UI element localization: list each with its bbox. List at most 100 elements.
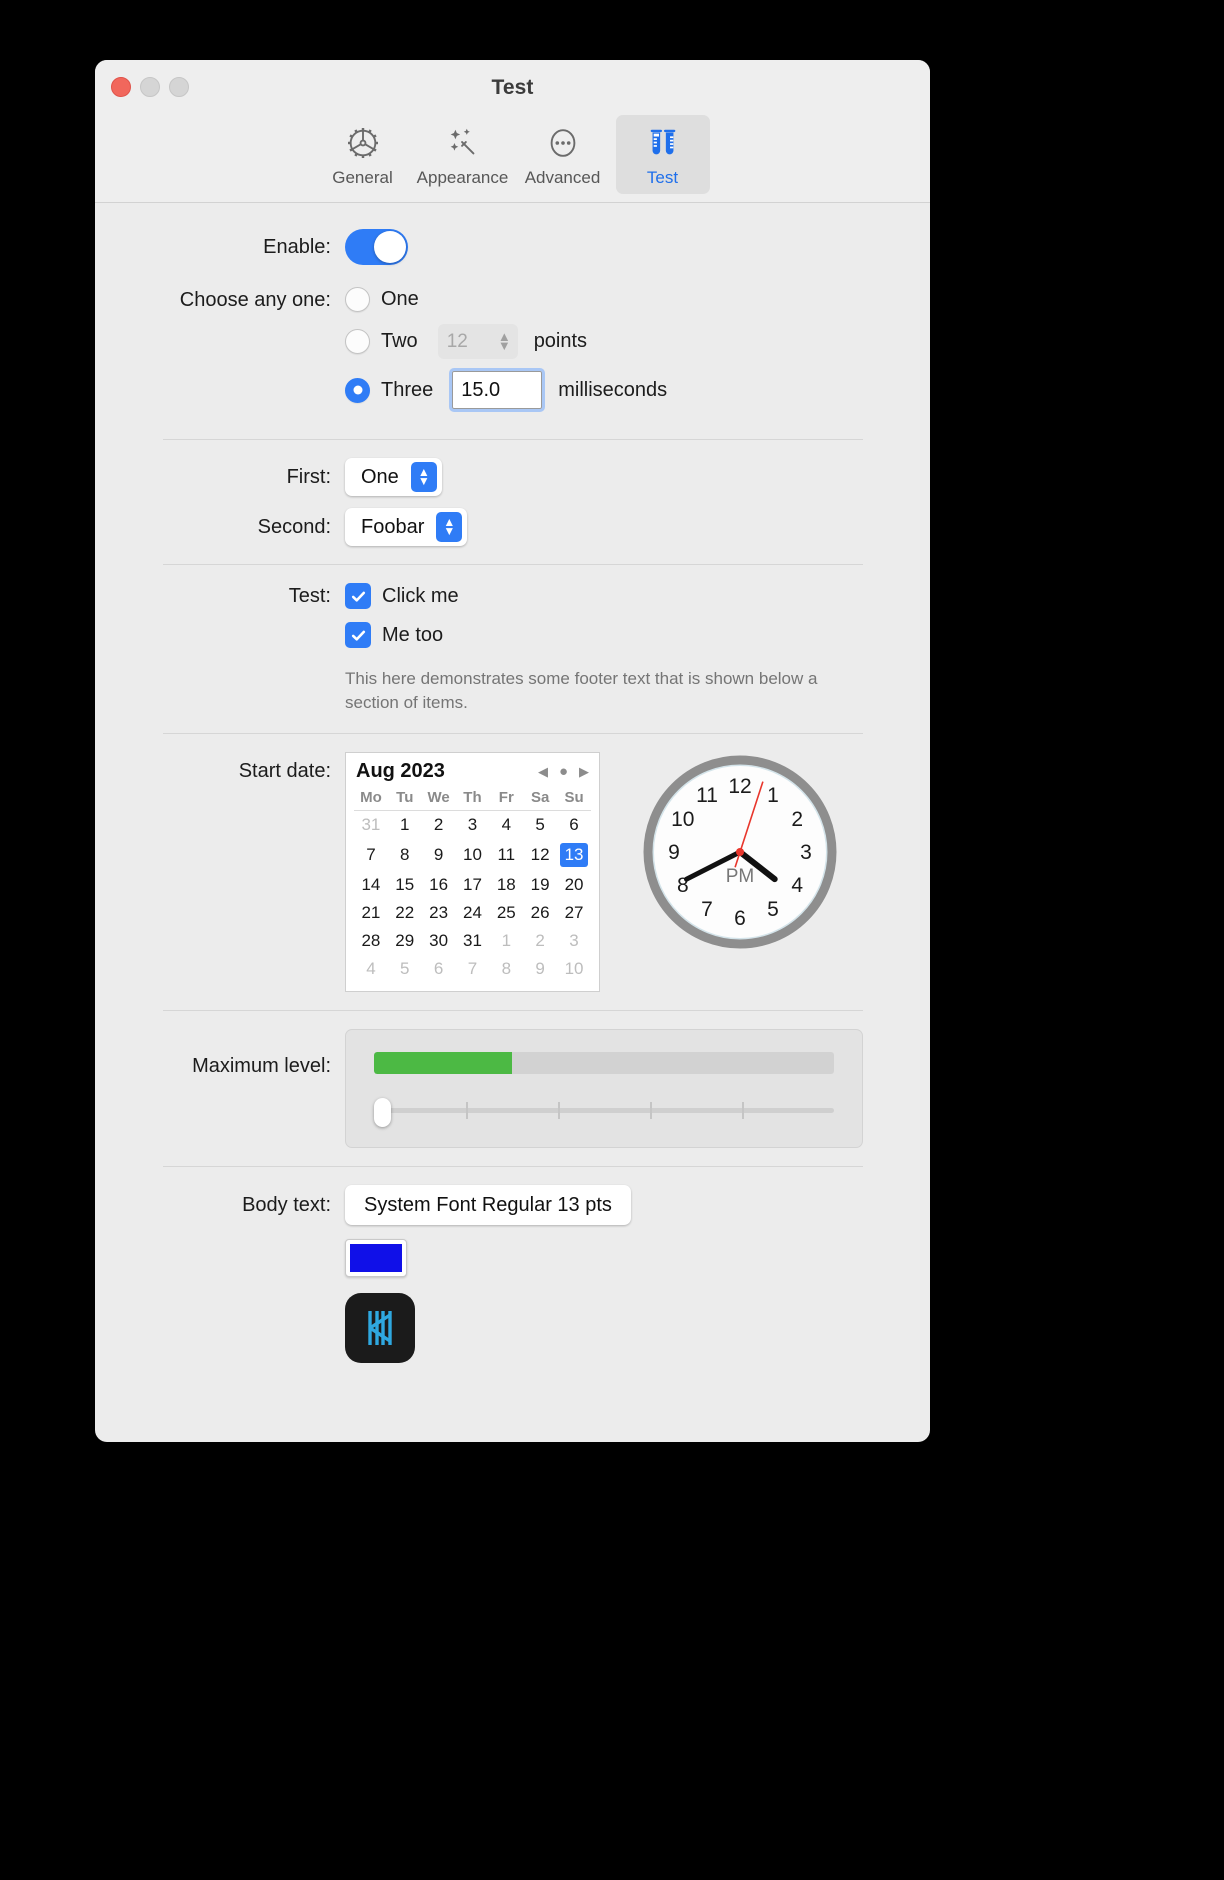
calendar-day-cell[interactable]: 14 (354, 871, 388, 899)
enable-row: Enable: (95, 229, 930, 265)
radio-three-label: Three (381, 378, 434, 401)
calendar-day-cell[interactable]: 3 (557, 927, 591, 955)
second-popup-button[interactable]: Foobar ▲ ▼ (345, 508, 468, 546)
enable-toggle[interactable] (345, 229, 408, 265)
calendar-day-cell[interactable]: 19 (523, 871, 557, 899)
calendar-day-cell[interactable]: 27 (557, 899, 591, 927)
slider-tick (742, 1102, 744, 1120)
calendar-day-cell[interactable]: 6 (422, 955, 456, 983)
maximize-button-icon[interactable] (169, 77, 189, 97)
checkmark-icon[interactable] (345, 622, 371, 648)
calendar-grid: Mo Tu We Th Fr Sa Su 31 1 2 3 4 5 6 7 8 9 10 11 12 13… (354, 787, 591, 983)
calendar-day-cell[interactable]: 4 (489, 811, 523, 840)
calendar-day-cell[interactable]: 5 (523, 811, 557, 840)
calendar-day-cell[interactable]: 18 (489, 871, 523, 899)
calendar-day-cell[interactable]: 13 (557, 839, 591, 871)
tab-appearance-label: Appearance (416, 168, 509, 187)
calendar-day-cell[interactable]: 17 (456, 871, 490, 899)
calendar-day-cell[interactable]: 16 (422, 871, 456, 899)
calendar-day-cell[interactable]: 8 (489, 955, 523, 983)
slider-thumb[interactable] (374, 1098, 391, 1128)
milliseconds-unit-label: milliseconds (558, 378, 668, 401)
gear-icon (344, 123, 382, 163)
triangle-left-icon[interactable]: ◀ (538, 764, 548, 780)
clock-numeral: 3 (800, 841, 812, 864)
calendar-day-cell[interactable]: 1 (388, 811, 422, 840)
calendar-day-cell[interactable]: 8 (388, 839, 422, 871)
calendar-day-cell[interactable]: 23 (422, 899, 456, 927)
radio-one-control[interactable] (345, 287, 370, 312)
slider-tick (466, 1102, 468, 1120)
radio-three-control[interactable] (345, 377, 370, 403)
window-title: Test (491, 76, 534, 99)
calendar-day-cell[interactable]: 15 (388, 871, 422, 899)
triangle-right-icon[interactable]: ▶ (579, 764, 589, 780)
calendar-day-cell[interactable]: 24 (456, 899, 490, 927)
calendar-day-cell[interactable]: 31 (456, 927, 490, 955)
calendar-day-cell[interactable]: 6 (557, 811, 591, 840)
calendar-day-cell[interactable]: 22 (388, 899, 422, 927)
stepper-chevrons-icon[interactable]: ▲ ▼ (498, 330, 511, 351)
calendar-day-cell[interactable]: 3 (456, 811, 490, 840)
milliseconds-input[interactable]: 15.0 (449, 368, 546, 412)
calendar-day-cell[interactable]: 10 (557, 955, 591, 983)
checkbox-click-me[interactable]: Click me (345, 583, 835, 609)
clock-numeral: 11 (696, 784, 718, 807)
tab-general[interactable]: General (316, 115, 410, 194)
clock-numeral: 6 (734, 907, 746, 930)
calendar-day-cell[interactable]: 11 (489, 839, 523, 871)
date-picker-calendar[interactable]: Aug 2023 ◀ ● ▶ Mo Tu We Th Fr Sa Su 31 1… (345, 752, 600, 993)
close-button-icon[interactable] (111, 77, 131, 97)
tab-appearance[interactable]: Appearance (416, 115, 510, 194)
points-unit-label: points (533, 330, 588, 352)
checkbox-me-too[interactable]: Me too (345, 622, 835, 648)
slider-track (374, 1108, 834, 1114)
calendar-day-cell[interactable]: 26 (523, 899, 557, 927)
calendar-day-cell[interactable]: 21 (354, 899, 388, 927)
level-progress-bar (374, 1052, 834, 1075)
calendar-day-cell[interactable]: 12 (523, 839, 557, 871)
calendar-week-row: 28 29 30 31 1 2 3 (354, 927, 591, 955)
first-label: First: (286, 465, 331, 488)
calendar-day-cell[interactable]: 2 (422, 811, 456, 840)
calendar-day-cell[interactable]: 20 (557, 871, 591, 899)
calendar-day-cell[interactable]: 7 (456, 955, 490, 983)
weekday-label: Fr (489, 787, 524, 812)
calendar-day-cell[interactable]: 31 (354, 811, 388, 840)
tab-advanced-label: Advanced (524, 168, 601, 187)
radio-option-one[interactable]: One (345, 287, 667, 312)
minimize-button-icon[interactable] (140, 77, 160, 97)
points-stepper[interactable]: 12 ▲ ▼ (437, 324, 518, 359)
body-text-row: Body text: System Font Regular 13 pts (95, 1185, 930, 1226)
section-divider-4 (162, 1010, 863, 1012)
tab-test[interactable]: Test (615, 115, 710, 194)
second-row: Second: Foobar ▲ ▼ (95, 508, 930, 546)
color-well[interactable] (345, 1239, 407, 1278)
level-slider[interactable] (374, 1098, 834, 1128)
checkmark-icon[interactable] (345, 583, 371, 609)
first-popup-button[interactable]: One ▲ ▼ (345, 458, 442, 496)
calendar-day-cell[interactable]: 7 (354, 839, 388, 871)
calendar-day-cell[interactable]: 25 (489, 899, 523, 927)
calendar-day-cell[interactable]: 5 (388, 955, 422, 983)
radio-option-three[interactable]: Three 15.0 milliseconds (345, 368, 668, 412)
tab-advanced[interactable]: Advanced (516, 115, 610, 194)
font-picker-button[interactable]: System Font Regular 13 pts (345, 1185, 631, 1226)
calendar-day-cell[interactable]: 10 (456, 839, 490, 871)
radio-one-label: One (381, 288, 419, 310)
calendar-day-cell[interactable]: 2 (523, 927, 557, 955)
calendar-day-cell[interactable]: 9 (422, 839, 456, 871)
calendar-day-cell[interactable]: 4 (354, 955, 388, 983)
calendar-day-cell[interactable]: 28 (354, 927, 388, 955)
dot-icon[interactable]: ● (559, 763, 568, 780)
ellipsis-circle-icon (544, 123, 582, 163)
radio-two-control[interactable] (345, 329, 370, 354)
calendar-day-cell[interactable]: 30 (422, 927, 456, 955)
calendar-day-cell[interactable]: 9 (523, 955, 557, 983)
radio-option-two[interactable]: Two 12 ▲ ▼ points (345, 324, 667, 359)
maximum-level-row: Maximum level: (95, 1029, 930, 1149)
analog-clock: 12 1 2 3 4 5 6 7 8 9 10 11 PM (640, 752, 840, 957)
calendar-day-cell[interactable]: 1 (489, 927, 523, 955)
clock-numeral: 5 (767, 898, 779, 921)
calendar-day-cell[interactable]: 29 (388, 927, 422, 955)
